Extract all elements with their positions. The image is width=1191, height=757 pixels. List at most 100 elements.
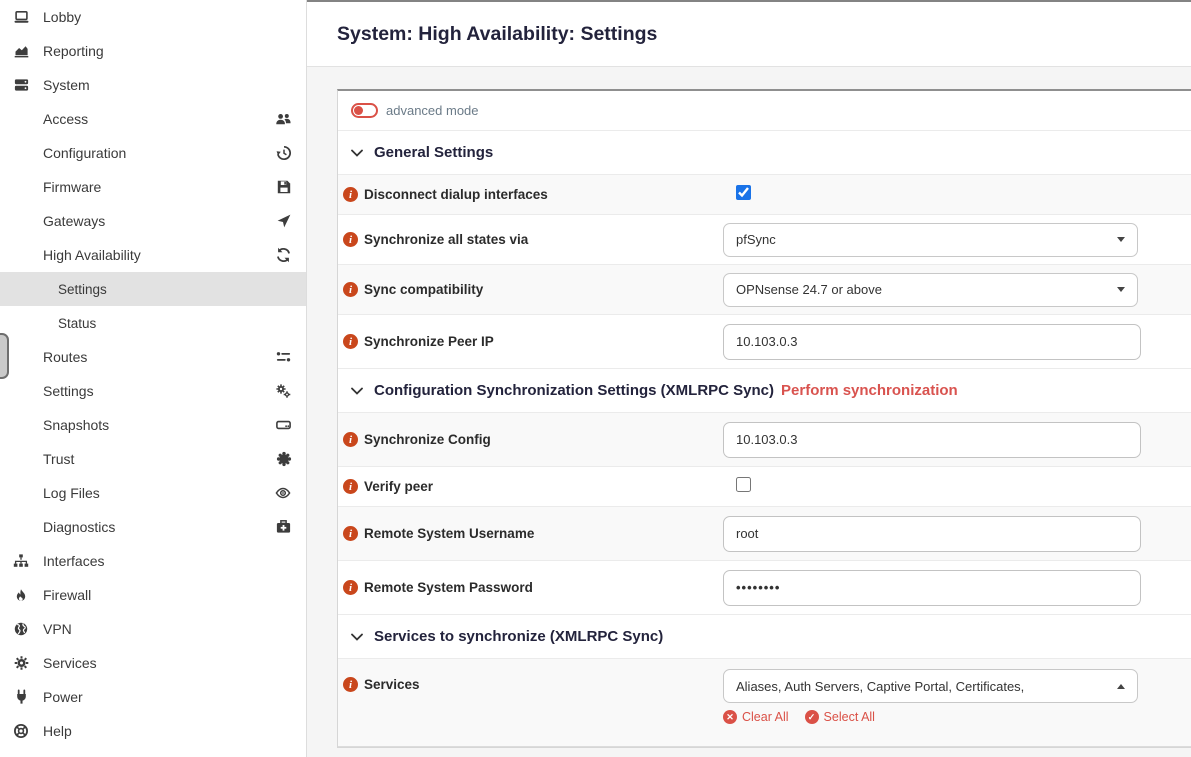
select-all-label: Select All [824,710,875,724]
content-area: advanced mode General Settings i Disconn… [307,67,1191,757]
advanced-mode-label: advanced mode [386,103,479,118]
field-disconnect-dialup: i Disconnect dialup interfaces [338,175,1191,215]
remote-password-input[interactable] [723,570,1141,606]
info-icon[interactable]: i [343,677,358,692]
settings-panel: advanced mode General Settings i Disconn… [337,89,1191,748]
sidebar-drawer-handle[interactable] [0,333,9,379]
section-general-settings[interactable]: General Settings [338,131,1191,175]
info-icon[interactable]: i [343,282,358,297]
advanced-mode-row: advanced mode [338,91,1191,131]
sidebar-item-settings[interactable]: Settings [0,374,306,408]
floppy-icon [276,179,292,195]
sidebar-item-log-files[interactable]: Log Files [0,476,306,510]
info-icon[interactable]: i [343,526,358,541]
sidebar-item-label: System [43,77,90,93]
field-label: Synchronize Config [364,432,491,447]
field-label: Disconnect dialup interfaces [364,187,548,202]
caret-down-icon [1117,287,1125,292]
sidebar-item-label: Status [58,316,96,331]
main-area: System: High Availability: Settings adva… [307,0,1191,757]
page-title: System: High Availability: Settings [337,23,657,46]
sidebar-item-label: Services [43,655,97,671]
certificate-icon [276,451,292,467]
remote-username-input[interactable] [723,516,1141,552]
sidebar-item-label: Firewall [43,587,91,603]
route-icon [275,349,292,365]
field-label: Remote System Password [364,580,533,595]
sidebar-item-label: Snapshots [43,417,275,433]
sidebar-item-reporting[interactable]: Reporting [0,34,306,68]
sidebar-item-label: Routes [43,349,275,365]
sidebar-item-label: Gateways [43,213,276,229]
sidebar-item-label: Configuration [43,145,276,161]
sidebar-item-access[interactable]: Access [0,102,306,136]
sidebar: Lobby Reporting System Access Configuration F… [0,0,307,757]
hdd-icon [275,417,292,433]
sidebar-item-settings[interactable]: Settings [0,272,306,306]
sidebar-item-services[interactable]: Services [0,646,306,680]
perform-synchronization-link[interactable]: Perform synchronization [781,382,958,399]
verify-peer-checkbox[interactable] [736,477,751,492]
sidebar-item-configuration[interactable]: Configuration [0,136,306,170]
sidebar-item-trust[interactable]: Trust [0,442,306,476]
field-label: Remote System Username [364,526,534,541]
info-icon[interactable]: i [343,432,358,447]
advanced-mode-toggle-icon[interactable] [351,103,378,118]
chevron-down-icon[interactable] [351,149,363,157]
sidebar-item-status[interactable]: Status [0,306,306,340]
sidebar-item-label: VPN [43,621,72,637]
life-ring-icon [10,723,32,739]
peer-ip-input[interactable] [723,324,1141,360]
field-sync-compat: i Sync compatibility OPNsense 24.7 or ab… [338,265,1191,315]
sidebar-item-power[interactable]: Power [0,680,306,714]
sidebar-item-label: Interfaces [43,553,104,569]
select-value: OPNsense 24.7 or above [736,282,882,297]
sidebar-item-lobby[interactable]: Lobby [0,0,306,34]
sidebar-item-firewall[interactable]: Firewall [0,578,306,612]
section-services-sync[interactable]: Services to synchronize (XMLRPC Sync) [338,615,1191,659]
info-icon[interactable]: i [343,580,358,595]
sync-states-select[interactable]: pfSync [723,223,1138,257]
select-all-button[interactable]: ✓ Select All [805,710,875,724]
chevron-down-icon[interactable] [351,633,363,641]
cog-icon [10,655,32,671]
info-icon[interactable]: i [343,334,358,349]
app-window: Lobby Reporting System Access Configuration F… [0,0,1191,757]
sidebar-item-diagnostics[interactable]: Diagnostics [0,510,306,544]
sidebar-item-gateways[interactable]: Gateways [0,204,306,238]
sync-config-input[interactable] [723,422,1141,458]
clear-all-button[interactable]: ✕ Clear All [723,710,789,724]
sidebar-item-interfaces[interactable]: Interfaces [0,544,306,578]
sidebar-item-snapshots[interactable]: Snapshots [0,408,306,442]
users-icon [274,111,292,127]
sidebar-item-help[interactable]: Help [0,714,306,748]
info-icon[interactable]: i [343,187,358,202]
field-verify-peer: i Verify peer [338,467,1191,507]
server-icon [10,77,32,93]
info-icon[interactable]: i [343,479,358,494]
sidebar-item-label: Access [43,111,274,127]
clear-all-label: Clear All [742,710,789,724]
sidebar-item-firmware[interactable]: Firmware [0,170,306,204]
field-remote-password: i Remote System Password [338,561,1191,615]
sidebar-item-vpn[interactable]: VPN [0,612,306,646]
services-multiselect[interactable]: Aliases, Auth Servers, Captive Portal, C… [723,669,1138,703]
cogs-icon [274,383,292,399]
info-icon[interactable]: i [343,232,358,247]
section-config-sync[interactable]: Configuration Synchronization Settings (… [338,369,1191,413]
field-services: i Services Aliases, Auth Servers, Captiv… [338,659,1191,747]
fire-icon [10,587,32,603]
disconnect-dialup-checkbox[interactable] [736,185,751,200]
sidebar-item-high-availability[interactable]: High Availability [0,238,306,272]
chevron-down-icon[interactable] [351,387,363,395]
sidebar-item-label: Reporting [43,43,104,59]
sidebar-item-label: High Availability [43,247,275,263]
medkit-icon [275,519,292,535]
chart-area-icon [10,43,32,59]
field-label: Services [364,677,420,692]
sidebar-item-routes[interactable]: Routes [0,340,306,374]
sidebar-item-system[interactable]: System [0,68,306,102]
sidebar-item-label: Settings [43,383,274,399]
sync-compat-select[interactable]: OPNsense 24.7 or above [723,273,1138,307]
plug-icon [10,689,32,705]
